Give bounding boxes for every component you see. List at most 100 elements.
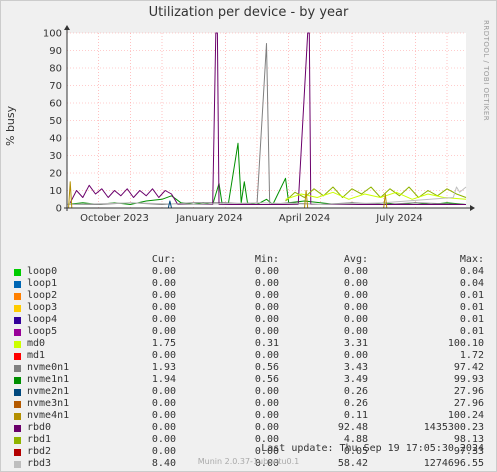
legend-cur-value: 0.00 (151, 314, 176, 325)
legend-cur-value: 1.93 (151, 362, 176, 373)
legend-device-name: loop2 (27, 290, 58, 301)
y-tick-labels: 0 10 20 30 40 50 60 70 80 90 100 (43, 29, 62, 215)
legend-swatch (14, 281, 21, 288)
y-tick-label: 70 (49, 81, 62, 92)
legend-row: loop5 0.00 0.00 0.00 0.01 (0, 326, 497, 338)
legend-swatch (14, 353, 21, 360)
legend-max-value: 0.01 (459, 326, 484, 337)
y-tick-label: 10 (49, 186, 62, 197)
legend-row: loop0 0.00 0.00 0.00 0.04 (0, 266, 497, 278)
legend-min-value: 0.00 (254, 326, 279, 337)
legend-row: loop4 0.00 0.00 0.00 0.01 (0, 314, 497, 326)
x-tick-label: April 2024 (279, 213, 330, 224)
legend-swatch (14, 317, 21, 324)
legend-row: nvme2n1 0.00 0.00 0.26 27.96 (0, 386, 497, 398)
legend-max-value: 27.96 (453, 386, 484, 397)
y-tick-label: 60 (49, 99, 62, 110)
y-tick-label: 50 (49, 116, 62, 127)
x-tick-label: January 2024 (175, 213, 243, 224)
legend-swatch (14, 437, 21, 444)
legend-avg-value: 0.26 (343, 398, 368, 409)
y-tick-label: 100 (43, 29, 62, 40)
legend-cur-value: 0.00 (151, 410, 176, 421)
legend-max-value: 0.04 (459, 266, 484, 277)
legend-device-name: md0 (27, 338, 46, 349)
legend-swatch (14, 401, 21, 408)
munin-version: Munin 2.0.37-1ubuntu0.1 (197, 457, 300, 466)
legend-min-value: 0.00 (254, 350, 279, 361)
last-update: Last update: Thu Sep 19 17:05:30 2024 (261, 443, 484, 454)
legend-swatch (14, 377, 21, 384)
legend-device-name: loop0 (27, 266, 58, 277)
legend-row: md1 0.00 0.00 0.00 1.72 (0, 350, 497, 362)
legend-device-name: nvme3n1 (27, 398, 70, 409)
legend-swatch (14, 425, 21, 432)
legend-max-value: 100.24 (447, 410, 484, 421)
legend-device-name: md1 (27, 350, 46, 361)
legend-device-name: loop1 (27, 278, 58, 289)
legend-avg-value: 0.11 (343, 410, 368, 421)
legend-avg-value: 0.00 (343, 326, 368, 337)
legend-min-value: 0.56 (254, 362, 279, 373)
legend-max-value: 1.72 (459, 350, 484, 361)
legend-min-value: 0.00 (254, 302, 279, 313)
legend-avg-value: 3.49 (343, 374, 368, 385)
x-axis-arrow (470, 205, 475, 211)
header-avg: Avg: (343, 254, 368, 265)
legend-cur-value: 0.00 (151, 266, 176, 277)
legend-swatch (14, 293, 21, 300)
legend-avg-value: 0.00 (343, 302, 368, 313)
legend-row: nvme3n1 0.00 0.00 0.26 27.96 (0, 398, 497, 410)
legend-min-value: 0.00 (254, 290, 279, 301)
legend-max-value: 0.01 (459, 302, 484, 313)
legend-max-value: 1435300.23 (423, 422, 484, 433)
legend-row: nvme4n1 0.00 0.00 0.11 100.24 (0, 410, 497, 422)
legend-min-value: 0.31 (254, 338, 279, 349)
header-min: Min: (254, 254, 279, 265)
legend-row: loop3 0.00 0.00 0.00 0.01 (0, 302, 497, 314)
legend-row: md0 1.75 0.31 3.31 100.10 (0, 338, 497, 350)
legend-device-name: nvme1n1 (27, 374, 70, 385)
legend-device-name: loop5 (27, 326, 58, 337)
legend-max-value: 0.01 (459, 290, 484, 301)
legend-swatch (14, 341, 21, 348)
legend-cur-value: 0.00 (151, 302, 176, 313)
legend-cur-value: 1.75 (151, 338, 176, 349)
legend-avg-value: 92.48 (337, 422, 368, 433)
legend-avg-value: 0.00 (343, 278, 368, 289)
legend-min-value: 0.00 (254, 386, 279, 397)
legend-row: rbd0 0.00 0.00 92.48 1435300.23 (0, 422, 497, 434)
y-tick-label: 20 (49, 169, 62, 180)
legend-min-value: 0.00 (254, 410, 279, 421)
legend-min-value: 0.00 (254, 398, 279, 409)
legend-max-value: 0.04 (459, 278, 484, 289)
legend-device-name: loop4 (27, 314, 58, 325)
legend-row: loop1 0.00 0.00 0.00 0.04 (0, 278, 497, 290)
legend-swatch (14, 413, 21, 420)
legend-avg-value: 0.00 (343, 266, 368, 277)
x-tick-label: July 2024 (375, 213, 423, 224)
legend-device-name: nvme0n1 (27, 362, 70, 373)
legend-max-value: 100.10 (447, 338, 484, 349)
legend-avg-value: 0.26 (343, 386, 368, 397)
legend-avg-value: 0.00 (343, 350, 368, 361)
legend-max-value: 97.42 (453, 362, 484, 373)
legend-row: nvme0n1 1.93 0.56 3.43 97.42 (0, 362, 497, 374)
legend-min-value: 0.00 (254, 278, 279, 289)
legend-cur-value: 0.00 (151, 350, 176, 361)
legend-cur-value: 0.00 (151, 434, 176, 445)
header-max: Max: (459, 254, 484, 265)
y-tick-label: 40 (49, 134, 62, 145)
legend-avg-value: 0.00 (343, 290, 368, 301)
legend-device-name: nvme4n1 (27, 410, 70, 421)
header-cur: Cur: (151, 254, 176, 265)
legend-avg-value: 3.31 (343, 338, 368, 349)
y-tick-label: 90 (49, 46, 62, 57)
legend-swatch (14, 305, 21, 312)
legend-row: nvme1n1 1.94 0.56 3.49 99.93 (0, 374, 497, 386)
legend-cur-value: 1.94 (151, 374, 176, 385)
y-tick-label: 30 (49, 151, 62, 162)
legend-max-value: 0.01 (459, 314, 484, 325)
legend-min-value: 0.00 (254, 422, 279, 433)
utilization-chart: 0 10 20 30 40 50 60 70 80 90 100 October 2023 Janua… (43, 25, 475, 224)
